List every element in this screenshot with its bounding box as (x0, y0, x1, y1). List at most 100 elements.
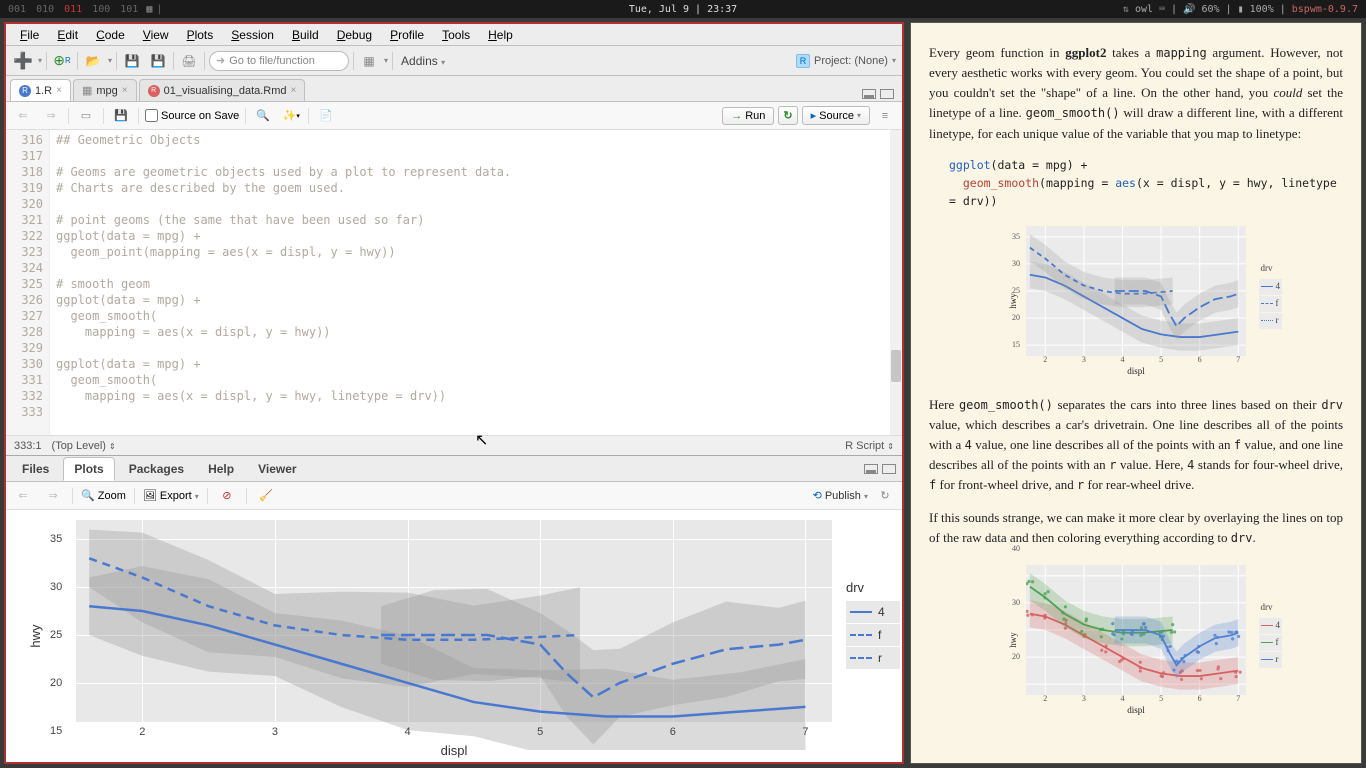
workspace-001[interactable]: 001 (8, 4, 26, 15)
code-editor[interactable]: 3163173183193203213223233243253263273283… (6, 130, 902, 435)
plots-pane: FilesPlotsPackagesHelpViewer ⇐ ⇒ 🔍 Zoom … (6, 456, 902, 762)
volume-value: 60% (1202, 4, 1220, 15)
remove-plot-button[interactable]: ⊘ (216, 485, 238, 507)
save-all-button[interactable]: 💾 (147, 50, 169, 72)
save-button[interactable]: 💾 (121, 50, 143, 72)
menu-tools[interactable]: Tools (434, 26, 478, 44)
editor-scrollbar[interactable] (890, 130, 902, 435)
menu-build[interactable]: Build (284, 26, 327, 44)
mini-xtick: 6 (1198, 693, 1202, 705)
language-selector[interactable]: R Script ⇕ (845, 440, 894, 452)
report-button[interactable]: 📄 (315, 105, 337, 127)
maximize-plot-pane-icon[interactable] (882, 464, 896, 474)
print-button[interactable]: 🖨 (178, 50, 200, 72)
new-file-button[interactable]: ➕ (12, 50, 34, 72)
project-menu[interactable]: R Project: (None) ▾ (796, 54, 896, 68)
minimize-plot-pane-icon[interactable] (864, 464, 878, 474)
close-tab-icon[interactable]: × (291, 85, 297, 96)
goto-arrow-icon: ➜ (216, 54, 225, 67)
system-topbar: 001010011100101 ▦ | Tue, Jul 9 | 23:37 ⇅… (0, 0, 1366, 18)
save-doc-button[interactable]: 💾 (110, 105, 132, 127)
main-toolbar: ➕ ▾ ⊕R 📂 ▾ 💾 💾 🖨 ➜ Go to file/function ▦… (6, 46, 902, 76)
workspace-011[interactable]: 011 (64, 4, 82, 15)
mini-xtick: 2 (1043, 354, 1047, 366)
mini-legend: drv 4 f r (1259, 261, 1283, 330)
menu-debug[interactable]: Debug (329, 26, 380, 44)
reader-code-block: ggplot(data = mpg) + geom_smooth(mapping… (949, 156, 1343, 211)
publish-button[interactable]: ⟲ Publish ▾ (813, 489, 868, 502)
legend-item: r (846, 647, 900, 669)
mini-ylabel: hwy (1007, 632, 1021, 648)
clock: Tue, Jul 9 | 23:37 (629, 4, 737, 15)
reader-mini-plot-1: hwy displ drv 4 f r 1520253035234567 (996, 221, 1276, 381)
refresh-plot-button[interactable]: ↻ (874, 485, 896, 507)
apps-icon[interactable]: ▦ (146, 4, 152, 15)
zoom-button[interactable]: 🔍 Zoom (81, 489, 126, 502)
mini-xtick: 2 (1043, 693, 1047, 705)
goto-file-input[interactable]: ➜ Go to file/function (209, 51, 349, 71)
legend-title: drv (846, 580, 900, 595)
source-button[interactable]: ▸Source ▾ (802, 106, 870, 125)
y-tick: 30 (50, 581, 62, 593)
mini-xtick: 4 (1120, 354, 1124, 366)
workspace-010[interactable]: 010 (36, 4, 54, 15)
wand-button[interactable]: ✨▾ (280, 105, 302, 127)
show-in-new-window-button[interactable]: ▭ (75, 105, 97, 127)
outline-button[interactable]: ≡ (874, 105, 896, 127)
menu-view[interactable]: View (135, 26, 177, 44)
minimize-pane-icon[interactable] (862, 89, 876, 99)
find-button[interactable]: 🔍 (252, 105, 274, 127)
menu-file[interactable]: File (12, 26, 47, 44)
source-on-save-checkbox[interactable]: Source on Save (145, 109, 239, 122)
scope-selector[interactable]: (Top Level) ⇕ (52, 440, 116, 452)
open-file-button[interactable]: 📂 (82, 50, 104, 72)
file-tabs: R1.R×▦mpg×R01_visualising_data.Rmd× (6, 76, 902, 102)
mic-icon: ⌨ (1159, 4, 1165, 15)
y-axis-label: hwy (28, 624, 43, 647)
menu-session[interactable]: Session (223, 26, 282, 44)
r-project-icon: R (796, 54, 810, 68)
mini-ytick: 20 (1012, 651, 1020, 663)
clear-all-button[interactable]: 🧹 (255, 485, 277, 507)
workspace-101[interactable]: 101 (120, 4, 138, 15)
grid-button[interactable]: ▦ (358, 50, 380, 72)
reader-paragraph: Here geom_smooth() separates the cars in… (929, 395, 1343, 496)
run-button[interactable]: →Run (722, 107, 774, 125)
close-tab-icon[interactable]: × (122, 85, 128, 96)
menu-edit[interactable]: Edit (49, 26, 86, 44)
file-tab[interactable]: ▦mpg× (73, 79, 137, 101)
export-button[interactable]: 🖼 Export ▾ (143, 489, 199, 502)
rerun-button[interactable]: ↻ (778, 106, 797, 125)
menu-profile[interactable]: Profile (382, 26, 432, 44)
menu-help[interactable]: Help (480, 26, 521, 44)
panel-tab-files[interactable]: Files (12, 458, 59, 480)
source-toolbar: ⇐ ⇒ ▭ 💾 Source on Save 🔍 ✨▾ 📄 →Run ↻ (6, 102, 902, 130)
menu-plots[interactable]: Plots (179, 26, 222, 44)
editor-statusbar: 333:1 (Top Level) ⇕ R Script ⇕ (6, 435, 902, 455)
panel-tab-viewer[interactable]: Viewer (248, 458, 306, 480)
y-tick: 20 (50, 677, 62, 689)
user-label: owl (1135, 4, 1153, 15)
workspace-100[interactable]: 100 (92, 4, 110, 15)
panel-tabs: FilesPlotsPackagesHelpViewer (6, 456, 902, 482)
menubar[interactable]: FileEditCodeViewPlotsSessionBuildDebugPr… (6, 24, 902, 46)
file-tab[interactable]: R1.R× (10, 79, 71, 101)
next-plot-button[interactable]: ⇒ (42, 485, 64, 507)
addins-menu[interactable]: Addins ▾ (397, 54, 449, 68)
panel-tab-plots[interactable]: Plots (63, 457, 114, 481)
prev-plot-button[interactable]: ⇐ (12, 485, 34, 507)
maximize-pane-icon[interactable] (880, 89, 894, 99)
mini-xtick: 7 (1236, 354, 1240, 366)
x-tick: 3 (272, 726, 278, 738)
forward-button[interactable]: ⇒ (40, 105, 62, 127)
cursor-position: 333:1 (14, 440, 42, 452)
mini-ytick: 35 (1012, 231, 1020, 243)
panel-tab-packages[interactable]: Packages (119, 458, 194, 480)
file-tab[interactable]: R01_visualising_data.Rmd× (139, 79, 306, 101)
menu-code[interactable]: Code (88, 26, 133, 44)
back-button[interactable]: ⇐ (12, 105, 34, 127)
panel-tab-help[interactable]: Help (198, 458, 244, 480)
new-project-button[interactable]: ⊕R (51, 50, 73, 72)
close-tab-icon[interactable]: × (56, 85, 62, 96)
plot-canvas: hwy displ drv 4fr 2345671520253035 (6, 510, 902, 762)
